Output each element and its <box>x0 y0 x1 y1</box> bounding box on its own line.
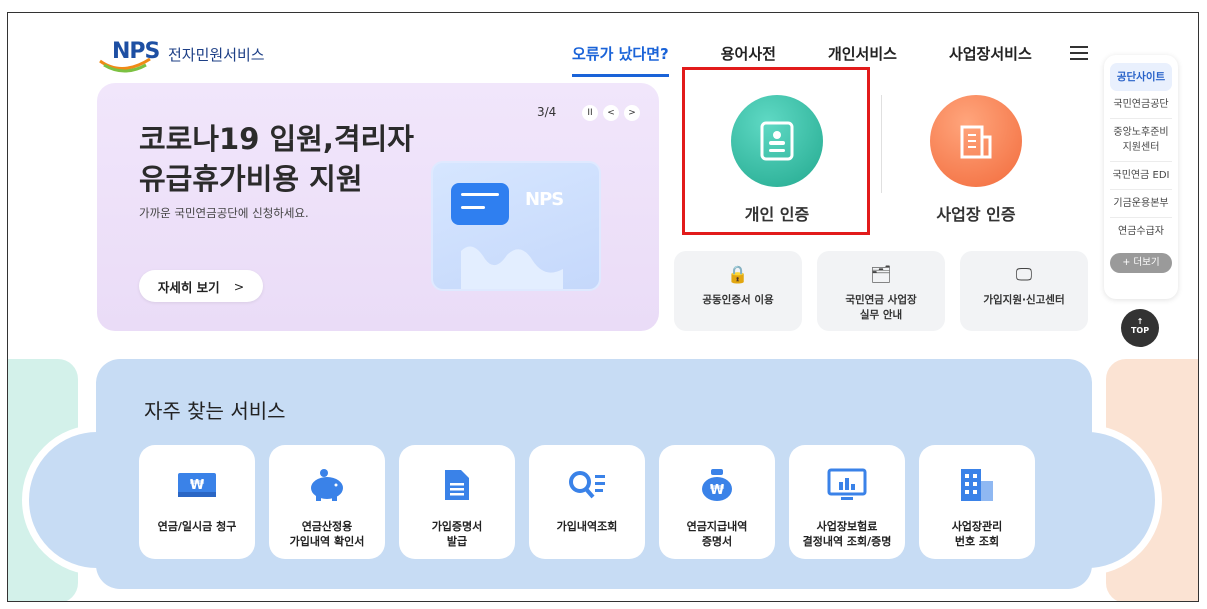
top-label: TOP <box>1130 326 1150 335</box>
support-center-label: 가입지원·신고센터 <box>983 294 1065 306</box>
money-bag-icon: ₩ <box>659 467 775 503</box>
auth-divider <box>881 95 882 193</box>
tile-enrollment-confirmation-label: 연금산정용 가입내역 확인서 <box>289 520 365 548</box>
side-panel-header: 공단사이트 <box>1110 63 1172 91</box>
hero-subtitle: 가까운 국민연금공단에 신청하세요. <box>139 206 309 220</box>
chart-monitor-icon <box>789 467 905 503</box>
building-icon <box>919 467 1035 503</box>
tile-enrollment-history[interactable]: 가입내역조회 <box>529 445 645 559</box>
illustration-logo: NPS <box>525 189 564 210</box>
tile-certificate-issue[interactable]: 가입증명서 발급 <box>399 445 515 559</box>
company-auth-label: 사업장 인증 <box>936 205 1016 224</box>
pause-icon[interactable]: II <box>582 105 598 121</box>
personal-auth-button[interactable]: 개인 인증 <box>730 95 824 225</box>
frequent-services-title: 자주 찾는 서비스 <box>144 399 286 423</box>
chat-bubble-icon <box>451 183 509 225</box>
site-logo[interactable]: NPS 전자민원서비스 <box>98 39 265 73</box>
chevron-right-icon: > <box>233 278 245 294</box>
side-link-recipient[interactable]: 연금수급자 <box>1110 218 1172 245</box>
certificate-usage-button[interactable]: 🔒 공동인증서 이용 <box>674 251 802 331</box>
business-guide-button[interactable]: 🗂 국민연금 사업장 실무 안내 <box>817 251 945 331</box>
nav-business-service[interactable]: 사업장서비스 <box>949 43 1032 77</box>
svg-text:₩: ₩ <box>190 478 205 493</box>
arrow-up-icon: ↑ <box>1136 317 1144 326</box>
side-link-fund[interactable]: 기금운용본부 <box>1110 190 1172 218</box>
tile-pension-claim[interactable]: ₩ 연금/일시금 청구 <box>139 445 255 559</box>
hero-detail-button[interactable]: 자세히 보기 > <box>139 270 263 302</box>
tile-business-number-label: 사업장관리 번호 조회 <box>951 520 1003 548</box>
search-list-icon <box>529 467 645 503</box>
id-card-icon <box>731 95 823 187</box>
banner-illustration: NPS <box>431 161 601 291</box>
side-more-button[interactable]: + 더보기 <box>1110 253 1172 273</box>
tile-enrollment-confirmation[interactable]: 연금산정용 가입내역 확인서 <box>269 445 385 559</box>
nps-logo-mark: NPS <box>98 39 162 73</box>
hero-title: 코로나19 입원,격리자 유급휴가비용 지원 <box>139 122 414 196</box>
prev-icon[interactable]: < <box>603 105 619 121</box>
tile-pension-claim-label: 연금/일시금 청구 <box>157 520 237 533</box>
side-quick-panel: 공단사이트 국민연금공단 중앙노후준비 지원센터 국민연금 EDI 기금운용본부… <box>1104 55 1178 299</box>
tile-enrollment-history-label: 가입내역조회 <box>556 520 618 533</box>
business-guide-label: 국민연금 사업장 실무 안내 <box>845 294 917 321</box>
next-icon[interactable]: > <box>624 105 640 121</box>
certificate-usage-label: 공동인증서 이용 <box>702 294 774 306</box>
lock-icon: 🔒 <box>727 265 749 285</box>
hero-banner[interactable]: 코로나19 입원,격리자 유급휴가비용 지원 가까운 국민연금공단에 신청하세요… <box>97 83 659 331</box>
document-icon: 🗂 <box>870 265 892 285</box>
tile-payment-certificate-label: 연금지급내역 증명서 <box>686 520 748 548</box>
certificate-icon <box>399 467 515 503</box>
personal-auth-label: 개인 인증 <box>744 205 810 224</box>
company-auth-button[interactable]: 사업장 인증 <box>916 95 1036 225</box>
hero-detail-label: 자세히 보기 <box>157 279 220 295</box>
tile-payment-certificate[interactable]: ₩ 연금지급내역 증명서 <box>659 445 775 559</box>
scroll-top-button[interactable]: ↑ TOP <box>1121 309 1159 347</box>
browser-viewport: NPS 전자민원서비스 오류가 났다면? 용어사전 개인서비스 사업장서비스 코… <box>7 12 1199 602</box>
won-card-icon: ₩ <box>139 467 255 503</box>
hero-page-indicator: 3/4 <box>537 105 557 119</box>
support-center-button[interactable]: 🖵 가입지원·신고센터 <box>960 251 1088 331</box>
tile-premium-decision-label: 사업장보험료 결정내역 조회/증명 <box>802 520 892 548</box>
monitor-star-icon: 🖵 <box>1015 265 1033 285</box>
office-building-icon <box>930 95 1022 187</box>
menu-icon[interactable] <box>1070 46 1088 60</box>
tile-premium-decision[interactable]: 사업장보험료 결정내역 조회/증명 <box>789 445 905 559</box>
nav-error-help[interactable]: 오류가 났다면? <box>572 43 669 77</box>
side-link-retirement-center[interactable]: 중앙노후준비 지원센터 <box>1110 119 1172 162</box>
piggy-bank-icon <box>269 467 385 503</box>
service-name: 전자민원서비스 <box>168 45 265 64</box>
tile-certificate-issue-label: 가입증명서 발급 <box>431 520 483 548</box>
tile-business-number[interactable]: 사업장관리 번호 조회 <box>919 445 1035 559</box>
side-link-edi[interactable]: 국민연금 EDI <box>1110 162 1172 190</box>
side-link-nps[interactable]: 국민연금공단 <box>1110 91 1172 119</box>
svg-text:₩: ₩ <box>710 483 725 498</box>
